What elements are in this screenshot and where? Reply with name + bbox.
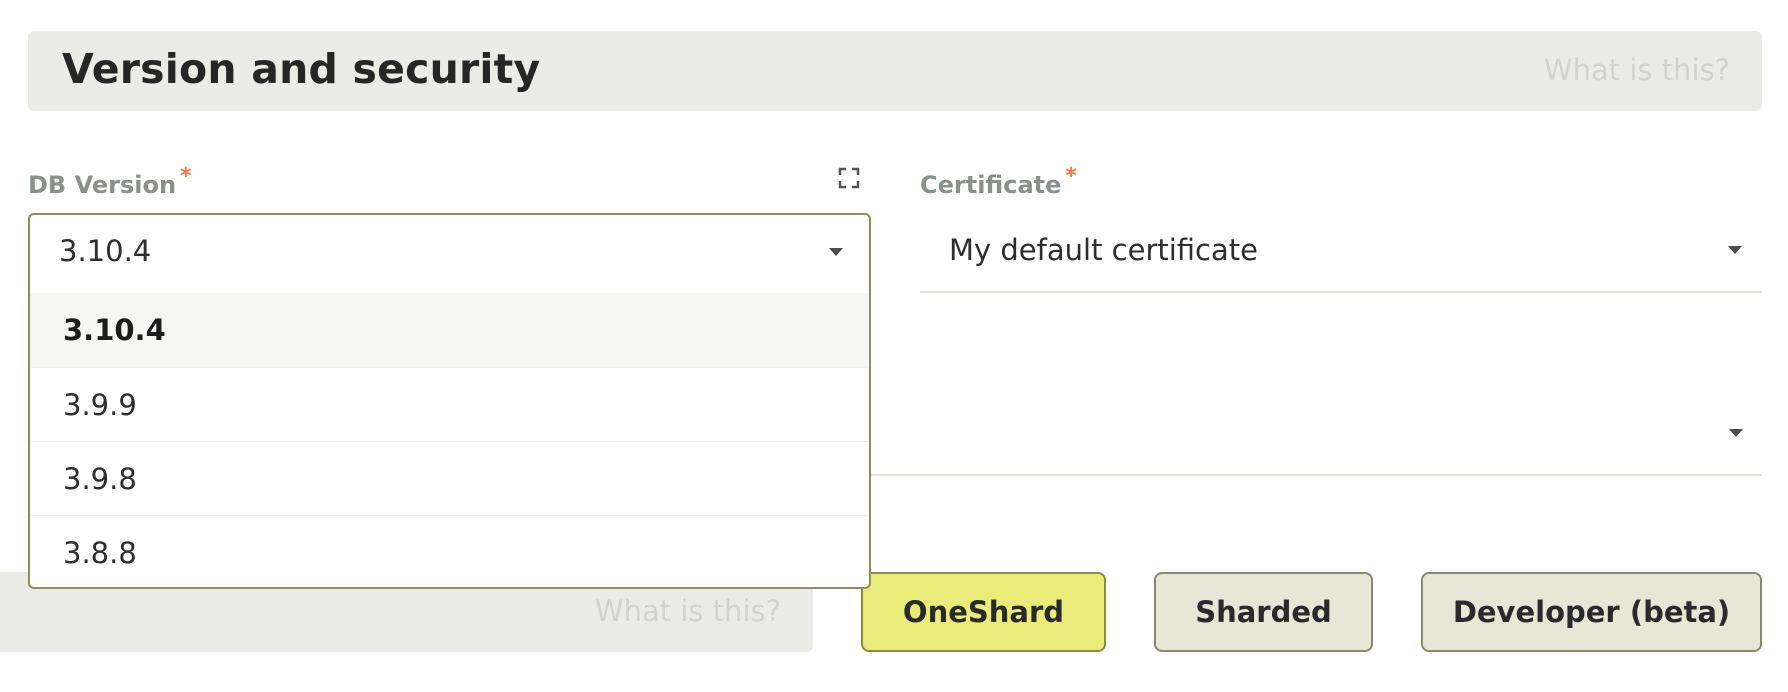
fullscreen-icon[interactable] — [838, 167, 860, 189]
caret-down-icon — [1729, 429, 1743, 437]
section-title: Version and security — [62, 45, 541, 93]
db-version-label-text: DB Version — [28, 171, 177, 199]
option-label: 3.8.8 — [63, 536, 137, 570]
caret-down-icon — [829, 248, 843, 256]
db-version-option[interactable]: 3.8.8 — [30, 515, 869, 589]
option-label: 3.9.9 — [63, 388, 137, 422]
caret-down-icon — [1728, 246, 1742, 254]
option-label: 3.9.8 — [63, 462, 137, 496]
developer-beta-button[interactable]: Developer (beta) — [1421, 572, 1762, 652]
second-select[interactable] — [871, 396, 1762, 476]
oneshard-button[interactable]: OneShard — [861, 572, 1106, 652]
sharded-button[interactable]: Sharded — [1154, 572, 1373, 652]
db-version-option[interactable]: 3.9.9 — [30, 367, 869, 441]
db-version-option[interactable]: 3.9.8 — [30, 441, 869, 515]
certificate-select[interactable]: My default certificate — [920, 213, 1762, 293]
required-marker: * — [180, 164, 192, 189]
certificate-label: Certificate * — [920, 164, 1077, 199]
what-is-this-link[interactable]: What is this? — [1544, 53, 1730, 87]
db-version-label: DB Version * — [28, 164, 192, 199]
certificate-select-value: My default certificate — [949, 233, 1258, 267]
db-version-select-value: 3.10.4 — [59, 234, 152, 268]
version-security-panel: Version and security What is this? DB Ve… — [0, 0, 1788, 692]
db-version-option[interactable]: 3.10.4 — [30, 293, 869, 367]
section-header: Version and security What is this? — [28, 31, 1762, 111]
option-label: 3.10.4 — [63, 313, 166, 347]
what-is-this-link[interactable]: What is this? — [595, 594, 781, 628]
db-version-select[interactable]: 3.10.4 3.10.4 3.9.9 3.9.8 3.8.8 — [28, 213, 871, 589]
certificate-label-text: Certificate — [920, 171, 1062, 199]
required-marker: * — [1065, 164, 1077, 189]
